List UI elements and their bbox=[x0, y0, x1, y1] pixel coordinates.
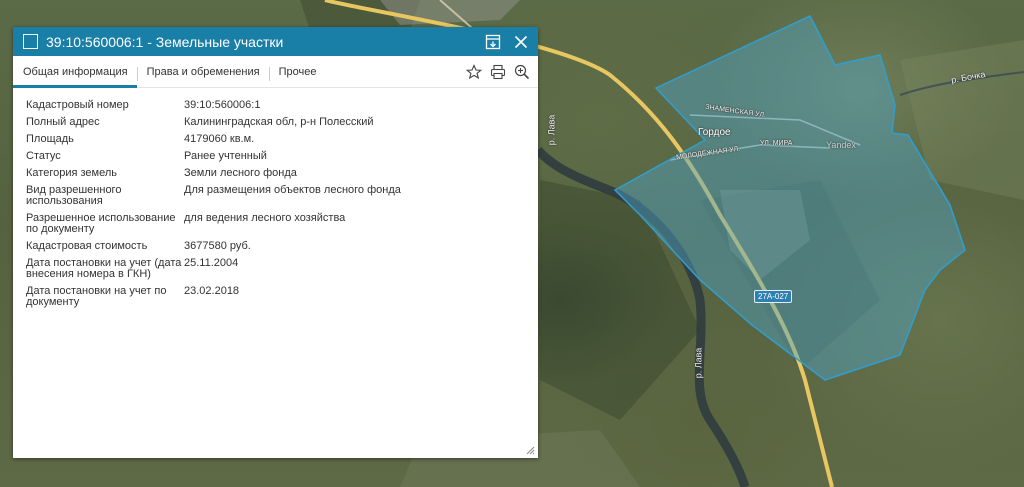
property-key: Кадастровый номер bbox=[26, 99, 129, 111]
print-button[interactable] bbox=[490, 64, 506, 80]
property-row: Вид разрешенного использования Для разме… bbox=[26, 185, 538, 207]
property-value: Земли лесного фонда bbox=[184, 167, 297, 179]
property-value: Ранее учтенный bbox=[184, 150, 267, 162]
close-icon bbox=[514, 35, 528, 48]
property-row: Кадастровый номер 39:10:560006:1 bbox=[26, 100, 538, 111]
map-label-river-lava: р. Лава bbox=[546, 114, 557, 146]
favorite-button[interactable] bbox=[466, 64, 482, 80]
property-value: Для размещения объектов лесного фонда bbox=[184, 184, 401, 196]
property-row: Дата постановки на учет (дата внесения н… bbox=[26, 258, 538, 280]
window-title: 39:10:560006:1 - Земельные участки bbox=[46, 33, 284, 50]
map-label-watermark: Yandex bbox=[826, 140, 856, 150]
window-title-actions bbox=[484, 27, 530, 56]
property-value: 39:10:560006:1 bbox=[184, 99, 261, 111]
properties-list: Кадастровый номер 39:10:560006:1 Полный … bbox=[13, 88, 538, 308]
property-row: Категория земель Земли лесного фонда bbox=[26, 168, 538, 179]
parcel-info-window: 39:10:560006:1 - Земельные участки Общая… bbox=[13, 27, 538, 458]
close-window-button[interactable] bbox=[512, 33, 530, 51]
window-tabs: Общая информация Права и обременения Про… bbox=[13, 56, 538, 88]
property-row: Кадастровая стоимость 3677580 руб. bbox=[26, 241, 538, 252]
property-key: Статус bbox=[26, 150, 61, 162]
property-key: Дата постановки на учет (дата внесения н… bbox=[26, 257, 182, 280]
property-row: Полный адрес Калининградская обл, р-н По… bbox=[26, 117, 538, 128]
property-key: Разрешенное использование по документу bbox=[26, 212, 176, 235]
property-key: Полный адрес bbox=[26, 116, 100, 128]
property-key: Дата постановки на учет по документу bbox=[26, 285, 167, 308]
property-row: Статус Ранее учтенный bbox=[26, 151, 538, 162]
star-icon bbox=[466, 64, 482, 80]
property-value: 3677580 руб. bbox=[184, 240, 251, 252]
map-label-street: УЛ. МИРА bbox=[760, 140, 793, 147]
dock-window-button[interactable] bbox=[484, 33, 502, 51]
zoom-to-button[interactable] bbox=[514, 64, 530, 80]
property-key: Категория земель bbox=[26, 167, 117, 179]
property-key: Площадь bbox=[26, 133, 74, 145]
property-value: 23.02.2018 bbox=[184, 285, 240, 297]
property-row: Разрешенное использование по документу д… bbox=[26, 213, 538, 235]
tab-general-info[interactable]: Общая информация bbox=[13, 66, 137, 88]
dock-window-icon bbox=[485, 34, 501, 49]
property-key: Вид разрешенного использования bbox=[26, 184, 122, 207]
property-value: Калининградская обл, р-н Полесский bbox=[184, 116, 374, 128]
property-value: 25.11.2004 bbox=[184, 257, 239, 269]
window-tools bbox=[466, 64, 530, 80]
map-label-town: Гордое bbox=[698, 127, 731, 138]
zoom-in-icon bbox=[514, 64, 530, 80]
property-value: для ведения лесного хозяйства bbox=[184, 212, 346, 224]
property-row: Площадь 4179060 кв.м. bbox=[26, 134, 538, 145]
road-number-badge: 27А-027 bbox=[754, 290, 793, 303]
property-row: Дата постановки на учет по документу 23.… bbox=[26, 286, 538, 308]
resize-handle-icon[interactable] bbox=[525, 445, 535, 455]
printer-icon bbox=[490, 64, 506, 80]
tab-other[interactable]: Прочее bbox=[268, 66, 326, 87]
property-key: Кадастровая стоимость bbox=[26, 240, 148, 252]
map-village-patch bbox=[380, 0, 520, 25]
property-value: 4179060 кв.м. bbox=[184, 133, 255, 145]
window-titlebar[interactable]: 39:10:560006:1 - Земельные участки bbox=[13, 27, 538, 56]
map-label-river-lava: р. Лава bbox=[693, 347, 704, 379]
tab-rights[interactable]: Права и обременения bbox=[136, 66, 269, 87]
window-checkbox-icon[interactable] bbox=[23, 34, 38, 49]
